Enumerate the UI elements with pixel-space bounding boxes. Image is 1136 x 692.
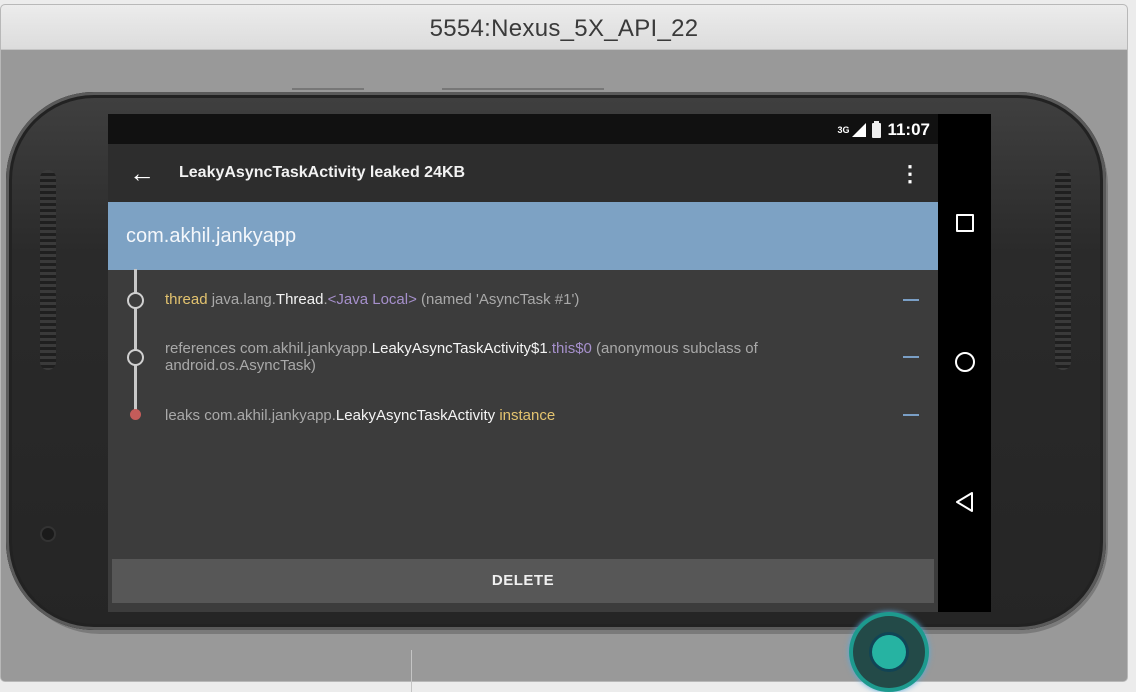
phone-power-button	[442, 88, 604, 90]
trace-text: this$0	[551, 340, 592, 357]
circle-icon	[954, 352, 975, 372]
trace-text: java.lang.	[211, 291, 276, 308]
home-button[interactable]	[938, 342, 991, 382]
trace-row-references[interactable]: references com.akhil.jankyapp.LeakyAsync…	[165, 340, 845, 374]
trace-text: references	[165, 340, 241, 357]
trace-connector-line	[134, 269, 137, 415]
navigation-bar	[938, 114, 991, 612]
screen-title: LeakyAsyncTaskActivity leaked 24KB	[179, 164, 466, 181]
trace-row-leaks[interactable]: leaks com.akhil.jankyapp.LeakyAsyncTaskA…	[165, 407, 845, 424]
package-header: com.akhil.jankyapp	[108, 202, 938, 270]
trace-row-thread[interactable]: thread java.lang.Thread.<Java Local> (na…	[165, 291, 845, 308]
device-screen: 3G 11:07 ← LeakyAsyncTaskActivity leaked…	[108, 114, 991, 612]
trace-text: LeakyAsyncTaskActivity	[335, 407, 496, 424]
trace-text: LeakyAsyncTaskActivity$1	[371, 340, 548, 357]
trace-text: com.akhil.jankyapp.	[204, 407, 336, 424]
camera-icon	[42, 528, 54, 540]
speaker-grille-right	[1055, 170, 1071, 370]
status-bar: 3G 11:07	[108, 114, 938, 144]
trace-text: Thread	[275, 291, 324, 308]
back-arrow-button[interactable]: ←	[126, 158, 158, 188]
signal-icon	[852, 123, 867, 137]
collapse-icon[interactable]	[903, 299, 919, 301]
battery-icon	[872, 120, 882, 138]
window-edge	[1128, 44, 1136, 692]
overflow-menu-button[interactable]: ⋮	[898, 160, 922, 188]
touch-indicator-dot	[872, 635, 906, 669]
collapse-icon[interactable]	[903, 414, 919, 416]
triangle-icon	[955, 492, 973, 512]
app-toolbar: ← LeakyAsyncTaskActivity leaked 24KB ⋮	[108, 144, 938, 202]
collapse-icon[interactable]	[903, 356, 919, 358]
touch-indicator-ring	[853, 616, 925, 688]
trace-text: com.akhil.jankyapp.	[240, 340, 372, 357]
status-time: 11:07	[887, 120, 930, 139]
package-name: com.akhil.jankyapp	[126, 225, 297, 247]
trace-text: leaks	[165, 407, 205, 424]
speaker-grille-left	[40, 170, 56, 370]
trace-text: (named 'AsyncTask #1')	[416, 291, 580, 308]
trace-node	[127, 349, 144, 366]
trace-text: instance	[495, 407, 556, 424]
divider-line	[411, 650, 412, 692]
touch-indicator	[849, 612, 929, 692]
recents-button[interactable]	[938, 203, 991, 243]
square-icon	[955, 214, 974, 232]
trace-text: <Java Local>	[327, 291, 417, 308]
phone-volume-button	[292, 88, 364, 90]
leak-node	[130, 409, 141, 420]
window-title: 5554:Nexus_5X_API_22	[1, 5, 1127, 50]
leak-detail-screen: ← LeakyAsyncTaskActivity leaked 24KB ⋮ c…	[108, 144, 938, 612]
trace-text: thread	[165, 291, 212, 308]
delete-button[interactable]: DELETE	[112, 559, 934, 603]
nav-back-button[interactable]	[938, 482, 991, 522]
trace-node	[127, 292, 144, 309]
network-type: 3G	[837, 125, 850, 135]
